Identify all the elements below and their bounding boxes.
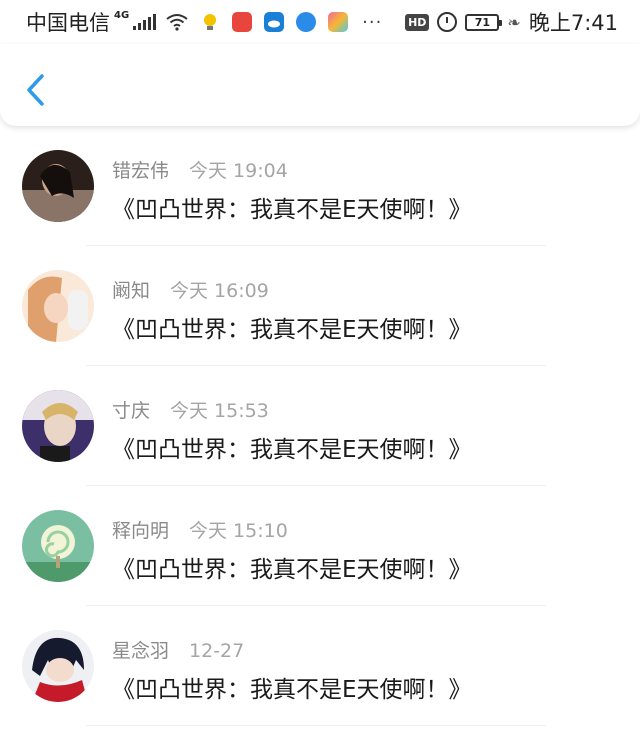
globe-app-icon: [296, 12, 317, 32]
sender-name: 星念羽: [112, 640, 170, 662]
huawei-store-icon: [232, 12, 253, 32]
message-item[interactable]: 释向明 今天 15:10 《凹凸世界：我真不是E天使啊！》: [0, 490, 640, 610]
avatar[interactable]: [22, 150, 94, 222]
sender-name: 错宏伟: [112, 160, 170, 182]
status-left: 中国电信 4G ···: [0, 7, 382, 37]
message-time: 今天 19:04: [189, 160, 288, 182]
hd-badge: HD: [405, 13, 430, 31]
message-time: 12-27: [189, 640, 245, 662]
message-meta: 释向明 今天 15:10: [112, 516, 288, 543]
message-item[interactable]: 星念羽 12-27 《凹凸世界：我真不是E天使啊！》: [0, 610, 640, 730]
message-meta: 星念羽 12-27: [112, 636, 244, 663]
colorful-app-icon: [328, 12, 349, 32]
message-item[interactable]: 寸庆 今天 15:53 《凹凸世界：我真不是E天使啊！》: [0, 370, 640, 490]
network-type: 4G: [114, 9, 130, 21]
sender-name: 阚知: [112, 280, 151, 302]
weather-icon: [264, 12, 285, 32]
message-time: 今天 15:53: [170, 400, 269, 422]
top-nav-bar: [0, 44, 640, 126]
alarm-icon: [437, 12, 458, 32]
message-meta: 寸庆 今天 15:53: [112, 396, 269, 423]
message-text[interactable]: 《凹凸世界：我真不是E天使啊！》: [112, 430, 472, 464]
avatar[interactable]: [22, 270, 94, 342]
divider: [86, 365, 546, 366]
signal-icon: [133, 14, 157, 30]
leaf-icon: ❧: [507, 12, 521, 32]
lightbulb-app-icon: [200, 12, 220, 32]
message-time: 今天 16:09: [170, 280, 269, 302]
divider: [86, 725, 546, 726]
status-bar: 中国电信 4G ··· HD 71 ❧ 晚上7:41: [0, 0, 640, 44]
sender-name: 寸庆: [112, 400, 151, 422]
avatar[interactable]: [22, 630, 94, 702]
message-time: 今天 15:10: [189, 520, 288, 542]
message-text[interactable]: 《凹凸世界：我真不是E天使啊！》: [112, 670, 472, 704]
status-right: HD 71 ❧ 晚上7:41: [405, 7, 640, 37]
carrier-label: 中国电信: [26, 11, 110, 35]
message-text[interactable]: 《凹凸世界：我真不是E天使啊！》: [112, 550, 472, 584]
avatar[interactable]: [22, 390, 94, 462]
divider: [86, 605, 546, 606]
divider: [86, 485, 546, 486]
message-list: 错宏伟 今天 19:04 《凹凸世界：我真不是E天使啊！》 阚知 今天 16:09 …: [0, 130, 640, 730]
message-item[interactable]: 阚知 今天 16:09 《凹凸世界：我真不是E天使啊！》: [0, 250, 640, 370]
message-text[interactable]: 《凹凸世界：我真不是E天使啊！》: [112, 310, 472, 344]
sender-name: 释向明: [112, 520, 170, 542]
battery-icon: 71: [465, 13, 503, 31]
wifi-icon: [166, 14, 188, 31]
more-notifications-icon: ···: [362, 11, 383, 33]
divider: [86, 245, 546, 246]
message-meta: 阚知 今天 16:09: [112, 276, 269, 303]
message-text[interactable]: 《凹凸世界：我真不是E天使啊！》: [112, 190, 472, 224]
message-meta: 错宏伟 今天 19:04: [112, 156, 288, 183]
clock-time: 晚上7:41: [528, 11, 618, 35]
chevron-left-icon[interactable]: [22, 72, 50, 108]
message-item[interactable]: 错宏伟 今天 19:04 《凹凸世界：我真不是E天使啊！》: [0, 130, 640, 250]
avatar[interactable]: [22, 510, 94, 582]
